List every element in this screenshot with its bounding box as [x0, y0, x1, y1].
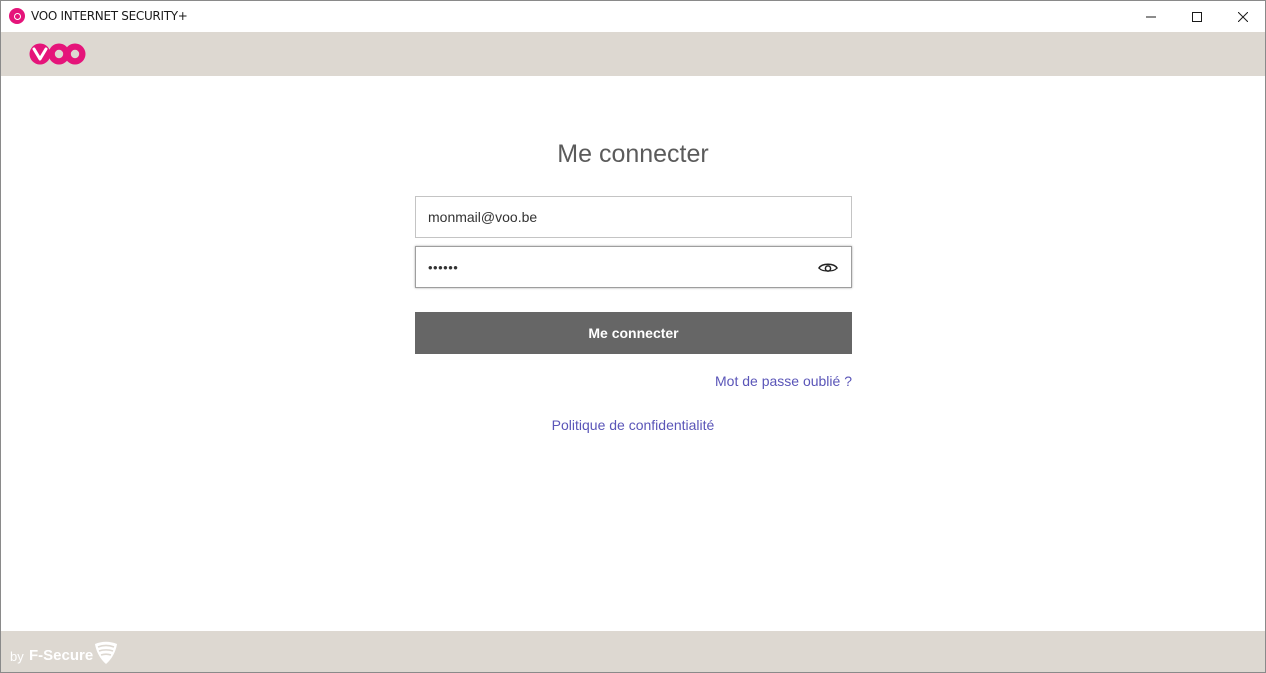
eye-icon[interactable] [817, 259, 839, 277]
login-panel: Me connecter Me connecter Mot de passe o… [1, 76, 1265, 631]
forgot-password-link[interactable]: Mot de passe oublié ? [715, 373, 852, 389]
maximize-icon [1192, 11, 1202, 22]
password-field[interactable] [428, 247, 808, 287]
privacy-policy-row: Politique de confidentialité [1, 417, 1265, 433]
app-footer: by F-Secure [1, 631, 1265, 672]
f-secure-logo [95, 641, 117, 664]
password-field-wrapper [415, 246, 852, 288]
app-header [1, 32, 1265, 76]
privacy-policy-link[interactable]: Politique de confidentialité [552, 417, 715, 433]
window-title: VOO INTERNET SECURITY+ [31, 9, 188, 23]
email-field-wrapper [415, 196, 852, 238]
close-icon [1238, 11, 1248, 22]
app-window: VOO INTERNET SECURITY+ Me connecter monm… [0, 0, 1266, 673]
title-bar: VOO INTERNET SECURITY+ [1, 1, 1265, 32]
minimize-icon [1146, 16, 1156, 17]
maximize-button[interactable] [1174, 1, 1220, 32]
footer-by-label: by [10, 649, 24, 664]
minimize-button[interactable] [1128, 1, 1174, 32]
close-button[interactable] [1220, 1, 1265, 32]
login-button[interactable]: Me connecter [415, 312, 852, 354]
footer-brand-label: F-Secure [29, 647, 94, 664]
app-icon [9, 8, 25, 24]
voo-logo [29, 43, 86, 65]
page-title: Me connecter [557, 140, 709, 168]
email-field[interactable] [428, 197, 808, 237]
